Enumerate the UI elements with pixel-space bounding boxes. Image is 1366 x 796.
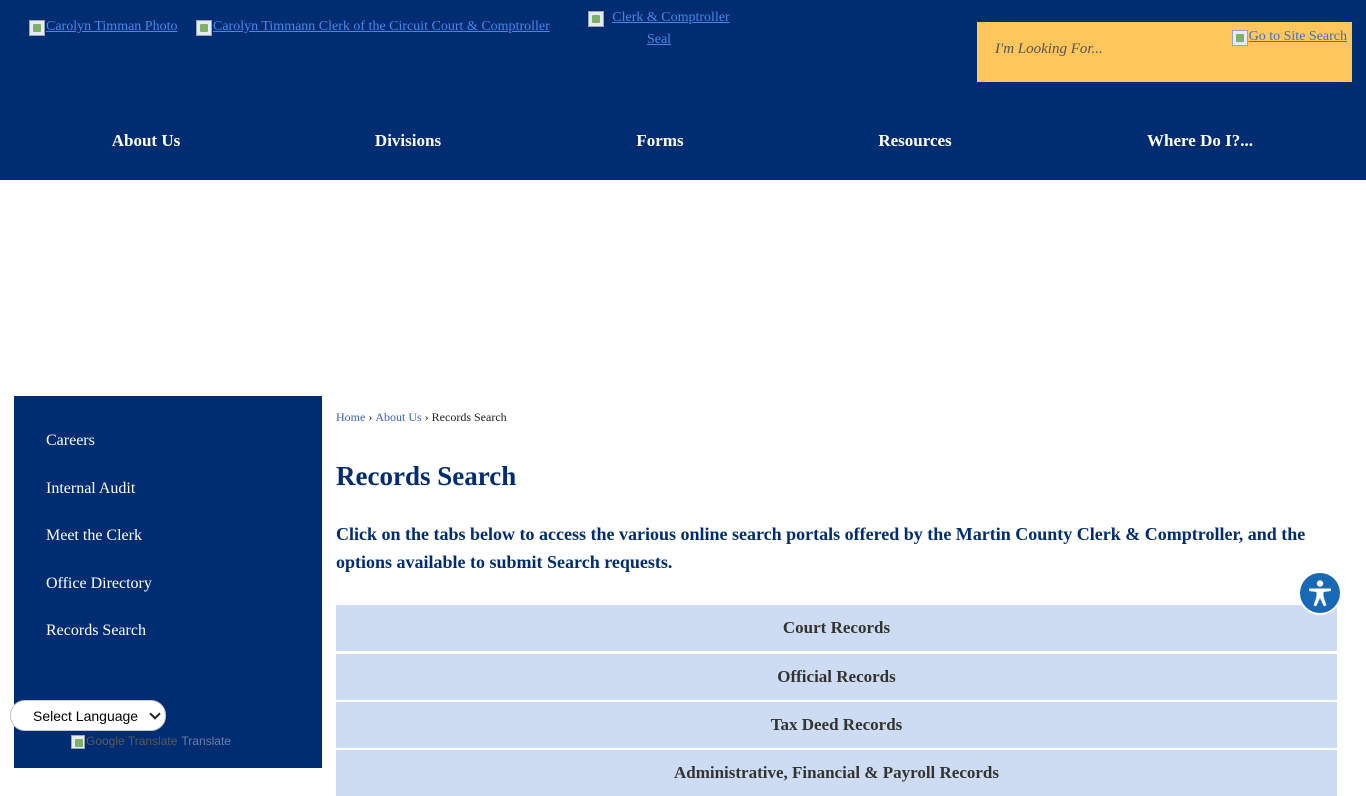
tab-label: Court Records — [782, 618, 891, 637]
sidebar-item-careers[interactable]: Careers — [46, 432, 95, 450]
breadcrumb-about-us[interactable]: About Us — [375, 410, 421, 424]
search-button-alt: Go to Site Search — [1248, 29, 1347, 44]
sidebar-item-office-directory[interactable]: Office Directory — [46, 575, 152, 593]
sidebar-item-records-search[interactable]: Records Search — [46, 622, 146, 640]
accessibility-button[interactable] — [1298, 571, 1342, 615]
broken-image-icon — [196, 20, 212, 36]
breadcrumb-separator: › — [424, 410, 429, 424]
language-select[interactable]: Select Language — [10, 700, 166, 731]
language-select-label: Select Language — [33, 707, 139, 724]
clerk-title-logo-link[interactable]: Carolyn Timmann Clerk of the Circuit Cou… — [196, 19, 550, 36]
clerk-seal-logo-link[interactable]: Clerk & Comptroller Seal — [579, 7, 739, 51]
breadcrumb-home[interactable]: Home — [336, 410, 365, 424]
broken-image-icon — [588, 10, 605, 27]
nav-item-resources[interactable]: Resources — [878, 131, 951, 151]
tab-label: Tax Deed Records — [770, 715, 903, 734]
clerk-photo-alt: Carolyn Timman Photo — [46, 19, 178, 34]
translate-link[interactable]: Translate — [181, 734, 231, 748]
clerk-photo-logo-link[interactable]: Carolyn Timman Photo — [29, 19, 178, 36]
broken-image-icon — [29, 20, 45, 36]
breadcrumb-current: Records Search — [431, 410, 507, 424]
tab-tax-deed-records[interactable]: Tax Deed Records — [336, 702, 1337, 748]
nav-item-about-us[interactable]: About Us — [112, 131, 181, 151]
sidebar-item-internal-audit[interactable]: Internal Audit — [46, 480, 135, 498]
breadcrumb: Home › About Us › Records Search — [336, 410, 507, 425]
tab-label: Administrative, Financial & Payroll Reco… — [673, 763, 1000, 782]
clerk-seal-alt: Clerk & Comptroller Seal — [612, 10, 730, 47]
nav-item-divisions[interactable]: Divisions — [375, 131, 441, 151]
search-button[interactable]: Go to Site Search — [1231, 29, 1347, 46]
sidebar-item-meet-the-clerk[interactable]: Meet the Clerk — [46, 527, 142, 545]
breadcrumb-separator: › — [368, 410, 373, 424]
page-title: Records Search — [336, 461, 517, 491]
tab-official-records[interactable]: Official Records — [336, 654, 1337, 700]
chevron-down-icon — [149, 708, 161, 720]
search-icon — [1231, 30, 1248, 46]
google-translate-alt: Google Translate — [86, 734, 178, 748]
search-input[interactable] — [995, 41, 1225, 58]
main-nav: About Us Divisions Forms Resources Where… — [0, 118, 1366, 164]
site-search: Go to Site Search — [977, 22, 1352, 82]
tab-label: Official Records — [777, 667, 896, 686]
site-header: Carolyn Timman Photo Carolyn Timmann Cle… — [0, 0, 1366, 180]
tab-court-records[interactable]: Court Records — [336, 605, 1337, 651]
accessibility-icon — [1300, 573, 1340, 613]
clerk-title-alt: Carolyn Timmann Clerk of the Circuit Cou… — [213, 19, 550, 34]
intro-text: Click on the tabs below to access the va… — [336, 524, 1306, 572]
nav-item-where-do-i[interactable]: Where Do I?... — [1147, 131, 1253, 151]
google-translate-credit: Google Translate Translate — [71, 734, 231, 749]
tab-administrative-records[interactable]: Administrative, Financial & Payroll Reco… — [336, 750, 1337, 796]
nav-item-forms[interactable]: Forms — [636, 131, 683, 151]
google-translate-logo-icon — [71, 735, 85, 749]
